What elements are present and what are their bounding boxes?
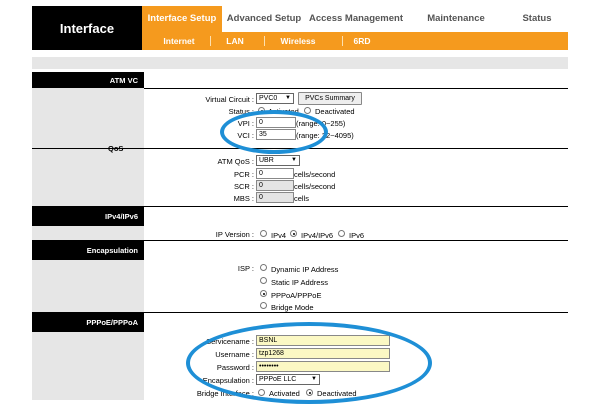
atm-qos-value: UBR	[259, 157, 274, 164]
atm-qos-label: ATM QoS :	[217, 157, 254, 166]
top-nav: Interface Setup Advanced Setup Access Ma…	[142, 6, 568, 32]
virtual-circuit-label: Virtual Circuit :	[205, 95, 254, 104]
username-label: Username :	[215, 350, 254, 359]
vci-label: VCI :	[237, 131, 254, 140]
encapsulation-label: Encapsulation :	[202, 376, 254, 385]
servicename-input[interactable]: BSNL	[256, 335, 390, 346]
ip-version-label: IP Version :	[215, 230, 254, 239]
chevron-down-icon: ▼	[285, 95, 291, 101]
isp-pppoa-pppoe-label: PPPoA/PPPoE	[271, 291, 322, 300]
mbs-input[interactable]: 0	[256, 192, 294, 203]
section-label: IPv4/IPv6	[105, 211, 138, 221]
ip-version-ipv4-ipv6-label: IPv4/IPv6	[301, 231, 334, 240]
bridge-deactivated-label: Deactivated	[317, 389, 357, 398]
left-panel-gap	[32, 226, 144, 240]
ip-version-ipv4-radio[interactable]	[260, 230, 267, 237]
bridge-activated-label: Activated	[269, 389, 300, 398]
vpi-range-hint: (range: 0~255)	[296, 119, 346, 128]
vpi-input[interactable]: 0	[256, 117, 296, 128]
left-panel-pppoe	[32, 332, 144, 400]
vci-input[interactable]: 35	[256, 129, 296, 140]
isp-static-ip-label: Static IP Address	[271, 278, 328, 287]
password-label: Password :	[216, 363, 254, 372]
ip-version-ipv6-radio[interactable]	[338, 230, 345, 237]
bridge-activated-radio[interactable]	[258, 389, 265, 396]
status-deactivated-label: Deactivated	[315, 107, 355, 116]
virtual-circuit-select[interactable]: PVC0 ▼	[256, 93, 294, 104]
header-spacer-bar	[32, 57, 568, 69]
servicename-label: Servicename :	[206, 337, 254, 346]
mbs-label: MBS :	[233, 194, 254, 203]
nav-interface-setup[interactable]: Interface Setup	[142, 6, 222, 32]
subnav-wireless[interactable]: Wireless	[272, 32, 324, 50]
nav-status[interactable]: Status	[506, 6, 568, 32]
left-panel-isp	[32, 260, 144, 312]
section-encapsulation: Encapsulation	[32, 240, 144, 260]
subnav-internet[interactable]: Internet	[156, 32, 202, 50]
status-deactivated-radio[interactable]	[304, 107, 311, 114]
status-label: Status :	[228, 107, 254, 116]
section-label: Encapsulation	[86, 245, 138, 255]
isp-pppoa-pppoe-radio[interactable]	[260, 290, 267, 297]
virtual-circuit-value: PVC0	[259, 95, 278, 102]
divider	[144, 88, 568, 89]
vci-range-hint: (range: 32~4095)	[296, 131, 354, 140]
atm-qos-select[interactable]: UBR ▼	[256, 155, 300, 166]
ip-version-ipv6-label: IPv6	[349, 231, 365, 240]
bridge-interface-label: Bridge Interface :	[196, 389, 254, 398]
username-input[interactable]: tzp1268	[256, 348, 390, 359]
sub-nav: Internet LAN Wireless 6RD	[142, 32, 568, 50]
divider	[144, 240, 568, 241]
isp-label: ISP :	[237, 264, 254, 273]
pcr-input[interactable]: 0	[256, 168, 294, 179]
encapsulation-value: PPPoE LLC	[259, 376, 297, 383]
subnav-lan[interactable]: LAN	[218, 32, 252, 50]
section-pppoe-pppoa: PPPoE/PPPoA	[32, 312, 144, 332]
status-activated-radio[interactable]	[258, 107, 265, 114]
left-panel-qos	[32, 88, 144, 206]
mbs-unit: cells	[294, 194, 310, 203]
section-ipv4-ipv6: IPv4/IPv6	[32, 206, 144, 226]
brand-title: Interface	[32, 6, 142, 50]
section-label: PPPoE/PPPoA	[86, 317, 138, 327]
pvcs-summary-button[interactable]: PVCs Summary	[298, 92, 362, 105]
status-activated-label: Activated	[268, 107, 299, 116]
scr-label: SCR :	[233, 182, 254, 191]
scr-unit: cells/second	[294, 182, 336, 191]
nav-access-management[interactable]: Access Management	[306, 6, 406, 32]
bridge-deactivated-radio[interactable]	[306, 389, 313, 396]
nav-advanced-setup[interactable]: Advanced Setup	[222, 6, 306, 32]
vpi-label: VPI :	[237, 119, 254, 128]
ip-version-ipv4-ipv6-radio[interactable]	[290, 230, 297, 237]
subnav-divider	[210, 36, 211, 46]
isp-dynamic-ip-label: Dynamic IP Address	[271, 265, 339, 274]
subnav-divider	[264, 36, 265, 46]
section-atm-vc: ATM VC	[32, 72, 144, 88]
divider	[144, 312, 568, 313]
nav-maintenance[interactable]: Maintenance	[406, 6, 506, 32]
pcr-label: PCR :	[233, 170, 254, 179]
isp-bridge-mode-label: Bridge Mode	[271, 303, 314, 312]
password-input[interactable]: ••••••••	[256, 361, 390, 372]
subnav-divider	[342, 36, 343, 46]
isp-static-ip-radio[interactable]	[260, 277, 267, 284]
pcr-unit: cells/second	[294, 170, 336, 179]
isp-bridge-mode-radio[interactable]	[260, 302, 267, 309]
chevron-down-icon: ▼	[291, 157, 297, 163]
encapsulation-select[interactable]: PPPoE LLC ▼	[256, 374, 320, 385]
ip-version-ipv4-label: IPv4	[271, 231, 287, 240]
chevron-down-icon: ▼	[311, 376, 317, 382]
qos-divider	[32, 148, 568, 149]
divider	[144, 206, 568, 207]
section-label: ATM VC	[109, 75, 138, 85]
isp-dynamic-ip-radio[interactable]	[260, 264, 267, 271]
scr-input[interactable]: 0	[256, 180, 294, 191]
subnav-6rd[interactable]: 6RD	[344, 32, 380, 50]
